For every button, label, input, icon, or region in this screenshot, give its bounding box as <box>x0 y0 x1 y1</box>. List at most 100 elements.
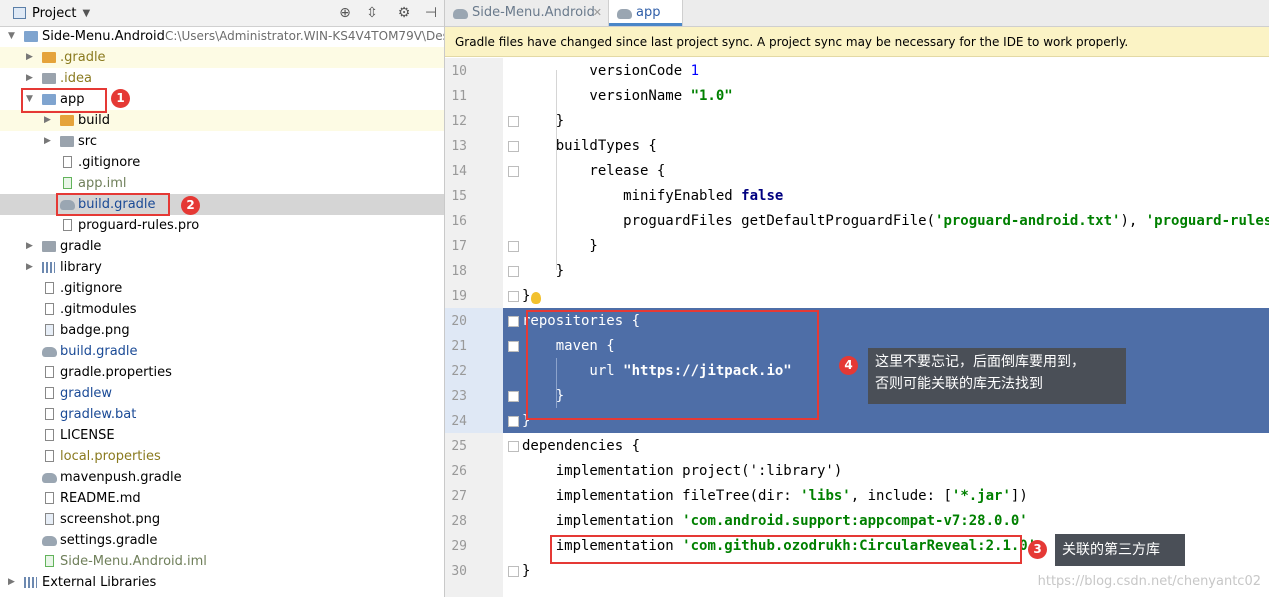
tree-item-label: Side-Menu.Android.iml <box>60 554 207 569</box>
code-line-28[interactable]: implementation 'com.android.support:appc… <box>522 509 1028 534</box>
tree-item-local-properties[interactable]: local.properties <box>0 446 444 467</box>
code-line-14[interactable]: release { <box>522 159 665 184</box>
fold-marker[interactable] <box>508 116 519 127</box>
line-number: 27 <box>451 489 467 504</box>
tree-item-app-gitignore[interactable]: .gitignore <box>0 152 444 173</box>
chevron-right-icon[interactable]: ▶ <box>26 47 33 68</box>
fold-marker[interactable] <box>508 341 519 352</box>
code-line-10[interactable]: versionCode 1 <box>522 59 699 84</box>
tree-item-root-iml[interactable]: Side-Menu.Android.iml <box>0 551 444 572</box>
code-line-25[interactable]: dependencies { <box>522 434 640 459</box>
locate-icon[interactable]: ⊕ <box>337 5 353 21</box>
project-view-selector[interactable]: Project <box>32 6 76 21</box>
chevron-right-icon[interactable]: ▶ <box>44 110 51 131</box>
tree-item-src[interactable]: ▶ src <box>0 131 444 152</box>
folder-icon <box>60 136 74 147</box>
code-line-19[interactable]: } <box>522 284 530 309</box>
tree-item-app-iml[interactable]: app.iml <box>0 173 444 194</box>
tree-item-readme[interactable]: README.md <box>0 488 444 509</box>
lightbulb-icon[interactable] <box>531 292 541 304</box>
annotation-tooltip-3: 关联的第三方库 <box>1055 534 1185 566</box>
tree-item-idea[interactable]: ▶ .idea <box>0 68 444 89</box>
code-line-30[interactable]: } <box>522 559 530 584</box>
tree-item-label: .gradle <box>60 50 106 65</box>
tree-item-label: gradle <box>60 239 102 254</box>
tree-item-gradlew[interactable]: gradlew <box>0 383 444 404</box>
gradle-elephant-icon <box>617 9 632 19</box>
file-icon <box>45 282 54 294</box>
fold-marker[interactable] <box>508 266 519 277</box>
tooltip-line: 这里不要忘记，后面倒库要用到， <box>875 354 1085 370</box>
editor-tabs: Side-Menu.Android ✕ app <box>445 0 1269 27</box>
code-line-18[interactable]: } <box>522 259 564 284</box>
tree-item-library[interactable]: ▶ library <box>0 257 444 278</box>
gear-icon[interactable]: ⚙ <box>396 5 412 21</box>
fold-marker[interactable] <box>508 416 519 427</box>
tree-item-badge-png[interactable]: badge.png <box>0 320 444 341</box>
tree-item-gradle-properties[interactable]: gradle.properties <box>0 362 444 383</box>
code-line-13[interactable]: buildTypes { <box>522 134 657 159</box>
chevron-right-icon[interactable]: ▶ <box>44 131 51 152</box>
close-icon[interactable]: ✕ <box>593 0 602 26</box>
tab-app[interactable]: app <box>608 0 683 26</box>
tree-item-gitignore[interactable]: .gitignore <box>0 278 444 299</box>
code-line-12[interactable]: } <box>522 109 564 134</box>
tree-item-gradle-folder[interactable]: ▶ gradle <box>0 236 444 257</box>
tree-item-gradle-dir[interactable]: ▶ .gradle <box>0 47 444 68</box>
fold-marker[interactable] <box>508 441 519 452</box>
project-view-icon <box>13 7 26 19</box>
annotation-badge-1: 1 <box>111 89 130 108</box>
chevron-right-icon[interactable]: ▶ <box>8 572 15 593</box>
code-line-17[interactable]: } <box>522 234 597 259</box>
fold-marker[interactable] <box>508 141 519 152</box>
editor-panel: Side-Menu.Android ✕ app Gradle files hav… <box>445 0 1269 597</box>
collapse-all-icon[interactable]: ⇳ <box>364 5 380 21</box>
tree-item-gradlew-bat[interactable]: gradlew.bat <box>0 404 444 425</box>
file-icon <box>45 408 54 420</box>
fold-marker[interactable] <box>508 391 519 402</box>
annotation-tooltip-4: 这里不要忘记，后面倒库要用到， 否则可能关联的库无法找到 <box>868 348 1126 404</box>
tree-item-settings-gradle[interactable]: settings.gradle <box>0 530 444 551</box>
file-icon <box>63 219 72 231</box>
folder-icon <box>42 73 56 84</box>
tab-side-menu-android[interactable]: Side-Menu.Android ✕ <box>445 0 608 26</box>
tree-item-mavenpush[interactable]: mavenpush.gradle <box>0 467 444 488</box>
tree-item-external-libraries[interactable]: ▶ External Libraries <box>0 572 444 593</box>
chevron-right-icon[interactable]: ▶ <box>26 68 33 89</box>
chevron-right-icon[interactable]: ▶ <box>26 257 33 278</box>
chevron-down-icon[interactable]: ▼ <box>82 8 90 19</box>
iml-file-icon <box>63 177 72 189</box>
tree-item-screenshot[interactable]: screenshot.png <box>0 509 444 530</box>
fold-marker[interactable] <box>508 291 519 302</box>
fold-marker[interactable] <box>508 566 519 577</box>
line-number: 18 <box>451 264 467 279</box>
tree-item-label: gradlew <box>60 386 113 401</box>
tree-item-build-gradle[interactable]: build.gradle <box>0 341 444 362</box>
tree-item-label: build <box>78 113 110 128</box>
library-folder-icon <box>24 577 37 588</box>
code-line-26[interactable]: implementation project(':library') <box>522 459 843 484</box>
tree-item-license[interactable]: LICENSE <box>0 425 444 446</box>
hide-panel-icon[interactable]: ⊣ <box>423 5 439 21</box>
file-icon <box>45 492 54 504</box>
tree-item-label: badge.png <box>60 323 130 338</box>
code-line-16[interactable]: proguardFiles getDefaultProguardFile('pr… <box>522 209 1269 234</box>
code-line-11[interactable]: versionName "1.0" <box>522 84 732 109</box>
fold-marker[interactable] <box>508 316 519 327</box>
tree-item-label: local.properties <box>60 449 161 464</box>
highlight-box-repositories <box>526 310 819 420</box>
tree-item-gitmodules[interactable]: .gitmodules <box>0 299 444 320</box>
fold-marker[interactable] <box>508 241 519 252</box>
code-line-15[interactable]: minifyEnabled false <box>522 184 783 209</box>
code-line-27[interactable]: implementation fileTree(dir: 'libs', inc… <box>522 484 1028 509</box>
tree-item-proguard[interactable]: proguard-rules.pro <box>0 215 444 236</box>
line-number: 24 <box>451 414 467 429</box>
tree-item-build-dir[interactable]: ▶ build <box>0 110 444 131</box>
file-icon <box>45 429 54 441</box>
chevron-right-icon[interactable]: ▶ <box>26 236 33 257</box>
tree-item-root[interactable]: ▼ Side-Menu.Android C:\Users\Administrat… <box>0 26 444 47</box>
root-path-label: C:\Users\Administrator.WIN-KS4V4TOM79V\D… <box>165 29 445 43</box>
highlight-box-dependency <box>550 535 1022 564</box>
fold-marker[interactable] <box>508 166 519 177</box>
chevron-down-icon[interactable]: ▼ <box>8 26 15 47</box>
